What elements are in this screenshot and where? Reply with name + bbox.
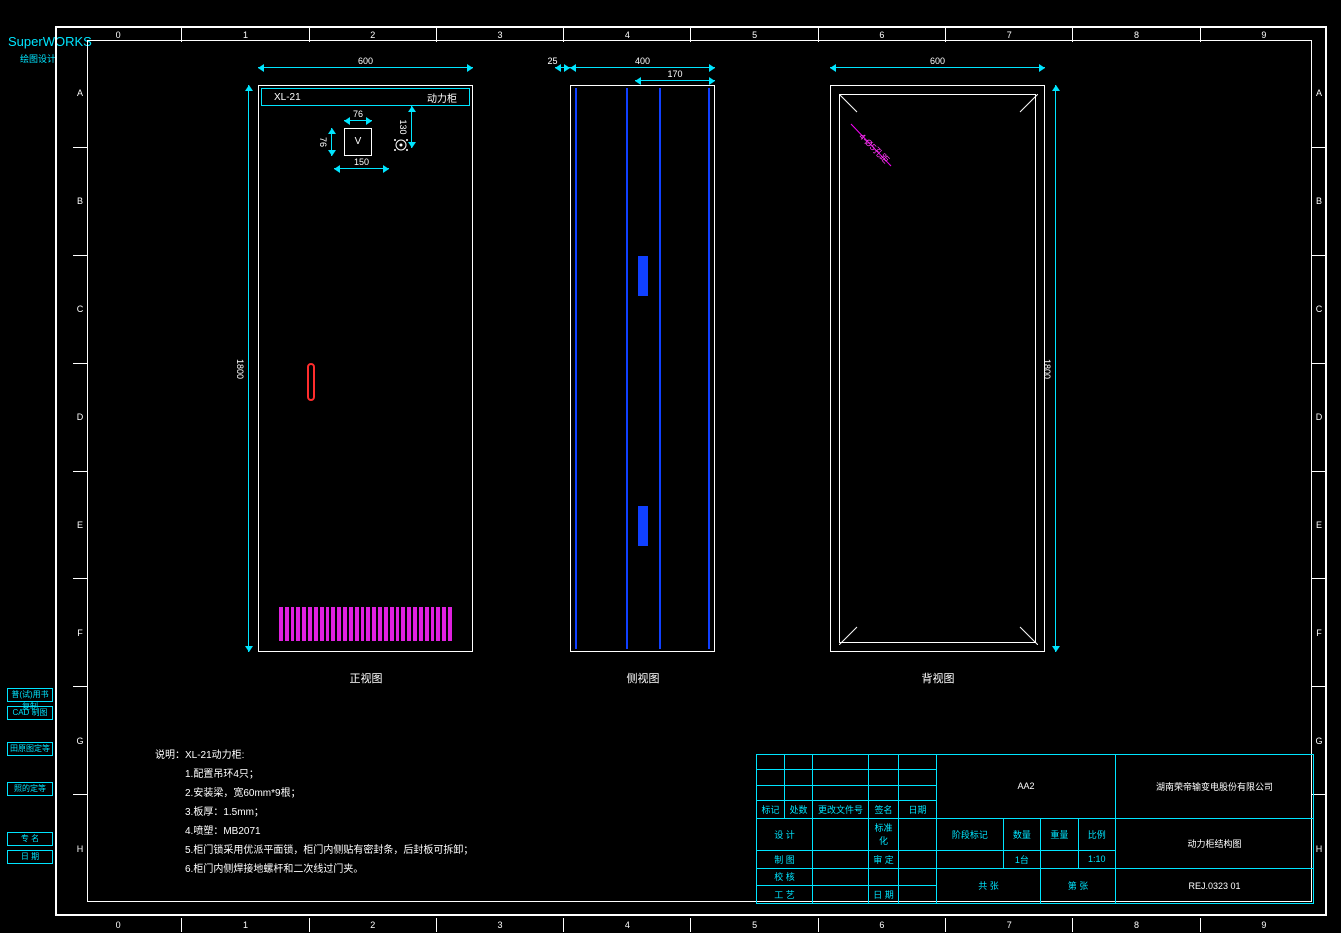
ruler-top: 0123456789 [55, 28, 1327, 42]
voltmeter-icon: V [344, 128, 372, 156]
dim-130: 130 [411, 106, 421, 148]
side-box: CAD 制图 [7, 706, 53, 720]
side-edge [708, 88, 710, 649]
side-gap-dim: 25 [555, 67, 570, 77]
notes-item: 1.配置吊环4只； [155, 765, 473, 784]
front-view-label: 正视图 [266, 670, 466, 686]
side-view [570, 85, 715, 652]
side-box: 照的定等 [7, 782, 53, 796]
side-hinge [638, 256, 648, 296]
side-box: 专 名 [7, 832, 53, 846]
side-inset-dim: 170 [635, 80, 715, 90]
side-edge [575, 88, 577, 649]
side-inner-edge [659, 88, 661, 649]
title-block: AA2 湖南荣帝输变电股份有限公司 标记处数 更改文件号签名日期 设 计标准化 … [756, 754, 1314, 904]
ruler-bottom: 0123456789 [55, 918, 1327, 932]
notes-block: 说明：XL-21动力柜: 1.配置吊环4只； 2.安装梁，宽60mm*9根； 3… [155, 746, 473, 879]
drawing-title: 动力柜结构图 [1116, 818, 1314, 868]
dim-76v: 76 [331, 128, 341, 156]
code: AA2 [937, 755, 1116, 819]
notes-item: 6.柜门内侧焊接地螺杆和二次线过门夹。 [155, 860, 473, 879]
notes-item: 2.安装梁，宽60mm*9根； [155, 784, 473, 803]
ruler-right: ABCDEFGH [1312, 40, 1326, 902]
notes-item: 5.柜门锁采用优派平面锁，柜门内侧贴有密封条，后封板可拆卸； [155, 841, 473, 860]
front-view: XL-21 动力柜 V 76 150 76 130 [258, 85, 473, 652]
notes-item: 4.喷塑：MB2071 [155, 822, 473, 841]
door-handle-icon [307, 363, 315, 401]
doc-number: REJ.0323 01 [1116, 868, 1314, 903]
dim-76: 76 [344, 120, 372, 130]
dim-150: 150 [334, 168, 389, 178]
company: 湖南荣帝输变电股份有限公司 [1116, 755, 1314, 819]
front-width-dim: 600 [258, 67, 473, 77]
side-hinge [638, 506, 648, 546]
back-view-label: 背视图 [838, 670, 1038, 686]
notes-item: 3.板厚：1.5mm； [155, 803, 473, 822]
back-height-dim: 1800 [1055, 85, 1065, 652]
ruler-left: ABCDEFGH [73, 40, 87, 902]
side-view-label: 侧视图 [543, 670, 743, 686]
side-inner-edge [626, 88, 628, 649]
hdr-left: XL-21 [274, 92, 301, 103]
side-box: 日 期 [7, 850, 53, 864]
vent-grill [279, 607, 452, 641]
back-view: 4-Ø5孔距 [830, 85, 1045, 652]
front-height-dim: 1800 [248, 85, 258, 652]
cabinet-header: XL-21 动力柜 [261, 88, 470, 106]
back-width-dim: 600 [830, 67, 1045, 77]
hdr-right: 动力柜 [427, 90, 457, 105]
side-box: 普(试)用书复制 [7, 688, 53, 702]
notes-heading: 说明：XL-21动力柜: [155, 746, 473, 765]
back-corners [839, 94, 1038, 645]
app-subtitle: 绘图设计 [20, 52, 56, 65]
side-box: 田原图定等 [7, 742, 53, 756]
